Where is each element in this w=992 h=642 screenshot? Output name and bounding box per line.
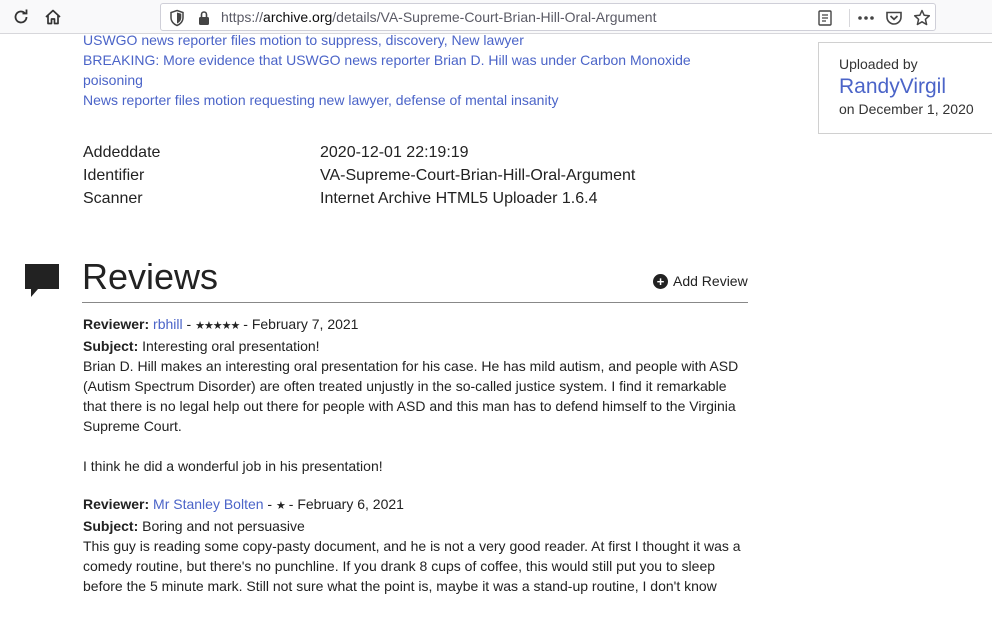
metadata-row: Addeddate 2020-12-01 22:19:19 xyxy=(83,141,635,164)
reviewer-link[interactable]: rbhill xyxy=(153,316,183,332)
url-prefix: https:// xyxy=(221,9,264,25)
related-links: USWGO news reporter files motion to supp… xyxy=(83,30,723,110)
toolbar-separator xyxy=(849,9,850,27)
home-icon[interactable] xyxy=(42,6,64,28)
review-date: February 7, 2021 xyxy=(251,316,359,332)
metadata-row: Scanner Internet Archive HTML5 Uploader … xyxy=(83,187,635,210)
metadata-value: 2020-12-01 22:19:19 xyxy=(320,144,469,161)
url-text[interactable]: https://archive.org/details/VA-Supreme-C… xyxy=(221,9,656,25)
metadata-value: VA-Supreme-Court-Brian-Hill-Oral-Argumen… xyxy=(320,167,636,184)
reviewer-link[interactable]: Mr Stanley Bolten xyxy=(153,496,264,512)
uploaded-by-label: Uploaded by xyxy=(839,56,918,72)
reviews-heading: Reviews xyxy=(82,256,219,297)
divider xyxy=(82,302,748,303)
reviewer-label: Reviewer: xyxy=(83,316,150,332)
tracking-shield-icon[interactable] xyxy=(169,9,185,32)
review-body: Brian D. Hill makes an interesting oral … xyxy=(83,358,739,434)
review-subject: Subject: Interesting oral presentation! xyxy=(83,336,753,356)
reviewer-label: Reviewer: xyxy=(83,496,150,512)
uploader-box: Uploaded by RandyVirgil on December 1, 2… xyxy=(818,42,992,134)
uploader-link[interactable]: RandyVirgil xyxy=(839,75,992,99)
metadata-key: Identifier xyxy=(83,167,145,184)
reload-icon[interactable] xyxy=(10,6,32,28)
page-actions-icon[interactable] xyxy=(857,9,875,32)
metadata-key: Addeddate xyxy=(83,144,161,161)
url-path: /details/VA-Supreme-Court-Brian-Hill-Ora… xyxy=(332,9,657,25)
upload-date: on December 1, 2020 xyxy=(839,101,974,117)
speech-bubble-icon xyxy=(24,263,60,304)
review-header: Reviewer: Mr Stanley Bolten - ★ - Februa… xyxy=(83,496,404,512)
star-rating: ★★★★★ xyxy=(195,320,240,332)
related-link[interactable]: BREAKING: More evidence that USWGO news … xyxy=(83,50,723,90)
review-body: I think he did a wonderful job in his pr… xyxy=(83,458,383,474)
review-item: Reviewer: Mr Stanley Bolten - ★ - Februa… xyxy=(83,494,753,596)
review-subject: Subject: Boring and not persuasive xyxy=(83,516,753,536)
browser-toolbar: https://archive.org/details/VA-Supreme-C… xyxy=(0,0,992,34)
related-link[interactable]: News reporter files motion requesting ne… xyxy=(83,90,723,110)
related-link[interactable]: USWGO news reporter files motion to supp… xyxy=(83,30,723,50)
lock-icon[interactable] xyxy=(197,9,211,32)
plus-circle-icon: + xyxy=(653,273,668,289)
add-review-button[interactable]: + Add Review xyxy=(653,273,748,289)
metadata-key: Scanner xyxy=(83,190,143,207)
add-review-label: Add Review xyxy=(673,273,748,289)
url-domain: archive.org xyxy=(263,9,333,25)
review-header: Reviewer: rbhill - ★★★★★ - February 7, 2… xyxy=(83,316,359,332)
item-metadata: Addeddate 2020-12-01 22:19:19 Identifier… xyxy=(83,141,635,210)
address-bar[interactable]: https://archive.org/details/VA-Supreme-C… xyxy=(160,3,936,31)
pocket-icon[interactable] xyxy=(885,9,903,32)
star-rating: ★ xyxy=(276,500,286,512)
subject-label: Subject: xyxy=(83,518,139,534)
metadata-value: Internet Archive HTML5 Uploader 1.6.4 xyxy=(320,190,598,207)
review-item: Reviewer: rbhill - ★★★★★ - February 7, 2… xyxy=(83,314,753,476)
review-date: February 6, 2021 xyxy=(297,496,404,512)
reader-view-icon[interactable] xyxy=(817,9,833,32)
bookmark-star-icon[interactable] xyxy=(913,9,931,32)
review-body: This guy is reading some copy-pasty docu… xyxy=(83,538,741,594)
subject-text: Interesting oral presentation! xyxy=(142,338,320,354)
metadata-row: Identifier VA-Supreme-Court-Brian-Hill-O… xyxy=(83,164,635,187)
subject-text: Boring and not persuasive xyxy=(142,518,305,534)
subject-label: Subject: xyxy=(83,338,139,354)
